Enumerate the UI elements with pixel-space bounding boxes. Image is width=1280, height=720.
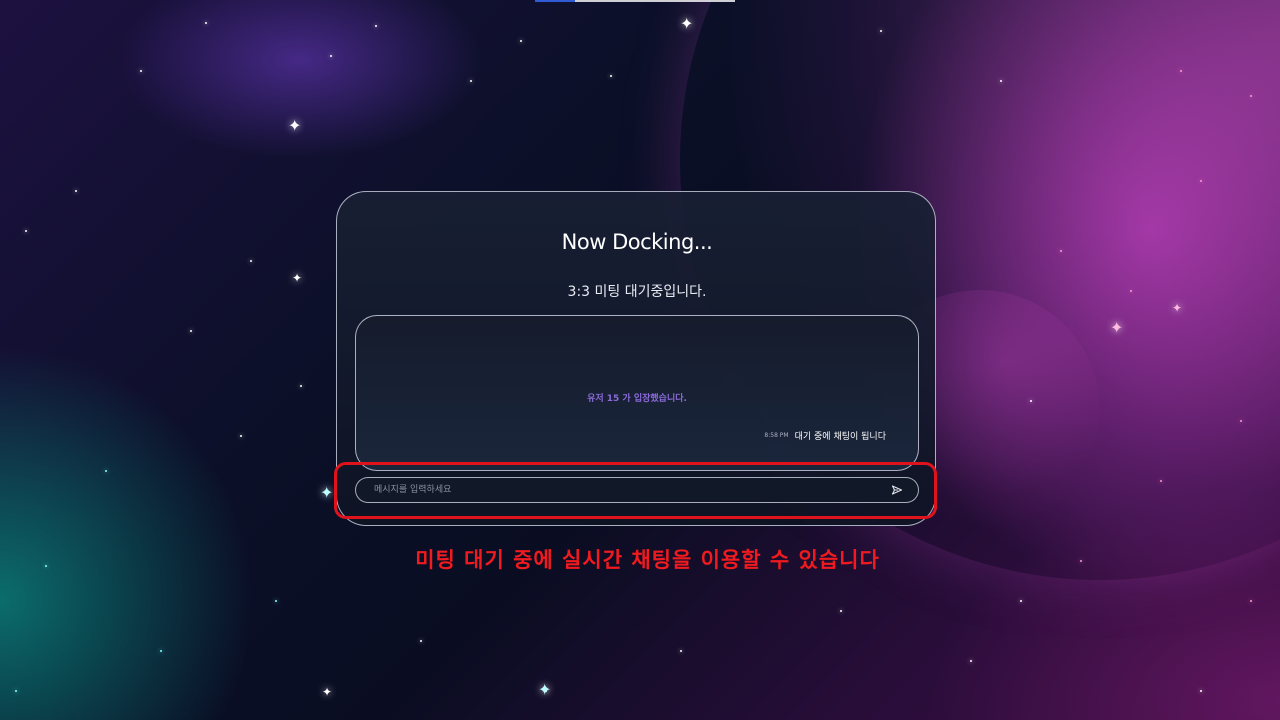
sparkle-icon: ✦ [288, 116, 302, 135]
page-title: Now Docking... [561, 230, 713, 254]
chat-message-area[interactable]: 유저 15 가 입장했습니다. 8:58 PM 대기 중에 채팅이 됩니다 [355, 315, 919, 471]
sparkle-icon: ✦ [292, 271, 303, 285]
sparkle-icon: ✦ [1172, 301, 1183, 315]
sparkle-icon: ✦ [680, 14, 694, 33]
system-notice: 유저 15 가 입장했습니다. [587, 394, 687, 404]
space-background: ✦ ✦ ✦ ✦ ✦ ✦ ✦ ✦ Now Docking... 3:3 미팅 대기… [0, 0, 1280, 720]
sparkle-icon: ✦ [320, 483, 334, 502]
sparkle-icon: ✦ [322, 685, 333, 699]
annotation-caption: 미팅 대기 중에 실시간 채팅을 이용할 수 있습니다 [415, 548, 880, 572]
top-progress-bar [535, 0, 735, 2]
chat-message: 8:58 PM 대기 중에 채팅이 됩니다 [764, 429, 886, 442]
sparkle-icon: ✦ [1110, 318, 1124, 337]
message-timestamp: 8:58 PM [764, 432, 789, 439]
waiting-status-text: 3:3 미팅 대기중입니다. [567, 284, 707, 300]
highlight-annotation-box [334, 462, 937, 519]
message-text: 대기 중에 채팅이 됩니다 [794, 432, 886, 442]
sparkle-icon: ✦ [538, 680, 552, 699]
